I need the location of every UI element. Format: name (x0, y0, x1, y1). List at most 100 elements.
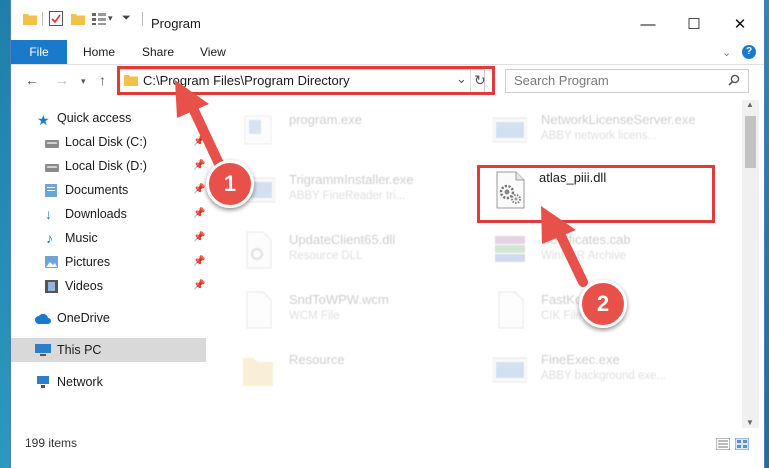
file-name: program.exe (289, 112, 362, 127)
download-arrow-icon: ↓ (45, 206, 52, 222)
nav-label: Downloads (65, 207, 127, 221)
nav-pictures[interactable]: Pictures 📌 (11, 250, 206, 274)
divider (42, 12, 43, 26)
folder-icon (243, 358, 273, 386)
file-name: TrigrammInstaller.exe (289, 172, 414, 187)
file-description: Resource DLL (289, 250, 363, 262)
documents-icon (45, 184, 57, 197)
item-count: 199 items (25, 436, 78, 450)
back-arrow-icon[interactable]: ← (25, 72, 39, 88)
nav-local-disk-d[interactable]: Local Disk (D:) 📌 (11, 154, 206, 178)
details-view-icon[interactable] (716, 438, 730, 450)
exe-file-icon (493, 117, 527, 143)
customize-toolbar-icon[interactable]: ⏷ (122, 12, 131, 25)
scrollbar-thumb[interactable] (745, 116, 756, 168)
scroll-down-icon[interactable]: ▼ (746, 418, 754, 427)
minimize-icon: — (640, 15, 656, 33)
file-name: Certificates.cab (541, 232, 631, 247)
file-item[interactable]: UpdateClient65.dll Resource DLL (241, 226, 481, 282)
step-2-marker: 2 (579, 280, 627, 328)
minimize-button[interactable]: — (625, 10, 671, 38)
nav-label: Pictures (65, 255, 111, 269)
nav-local-disk-c[interactable]: Local Disk (C:) 📌 (11, 130, 206, 154)
up-arrow-icon[interactable]: ↑ (99, 72, 106, 88)
new-folder-icon[interactable] (71, 13, 85, 25)
nav-downloads[interactable]: ↓ Downloads 📌 (11, 202, 206, 226)
tab-home[interactable]: Home (83, 40, 115, 64)
file-description: ABBY FineReader tri... (289, 190, 406, 202)
nav-label: Local Disk (C:) (65, 135, 147, 149)
network-icon (37, 376, 49, 388)
star-icon: ★ (37, 112, 50, 128)
status-bar (11, 428, 764, 468)
file-name: Resource (289, 352, 345, 367)
nav-onedrive[interactable]: OneDrive (11, 306, 206, 330)
search-icon[interactable] (728, 74, 740, 86)
pin-icon[interactable]: 📌 (193, 178, 205, 202)
file-item[interactable]: NetworkLicenseServer.exe ABBY network li… (493, 106, 733, 162)
nav-network[interactable]: Network (11, 370, 206, 394)
file-explorer-window: ▾ ⏷ Program — ☐ ✕ File Home Share View ⌄… (10, 0, 765, 468)
view-options-icon[interactable] (92, 13, 106, 25)
pin-icon[interactable]: 📌 (193, 250, 205, 274)
large-icons-view-icon[interactable] (735, 438, 749, 450)
navigation-pane: ★ Quick access Local Disk (C:) 📌 Local D… (11, 98, 206, 428)
nav-label: Local Disk (D:) (65, 159, 147, 173)
close-button[interactable]: ✕ (717, 10, 763, 38)
tab-share[interactable]: Share (142, 40, 174, 64)
file-description: WCM File (289, 310, 340, 322)
folder-icon (23, 14, 37, 25)
ribbon-tabs (11, 40, 764, 64)
exe-file-icon (493, 357, 527, 383)
file-item[interactable]: Resource (241, 346, 481, 402)
forward-arrow-icon[interactable]: → (55, 72, 69, 88)
properties-icon[interactable] (49, 11, 63, 26)
music-note-icon: ♪ (46, 230, 53, 246)
close-icon: ✕ (733, 16, 747, 33)
pin-icon[interactable]: 📌 (193, 226, 205, 250)
file-description: ABBY network licens... (541, 130, 658, 142)
blank-file-icon (498, 291, 524, 329)
computer-icon (35, 344, 51, 356)
nav-this-pc[interactable]: This PC (11, 338, 206, 362)
nav-label: Quick access (57, 111, 132, 125)
file-item[interactable]: FineExec.exe ABBY background exe... (493, 346, 733, 402)
file-item[interactable]: SndToWPW.wcm WCM File (241, 286, 481, 342)
maximize-button[interactable]: ☐ (671, 10, 717, 38)
search-input[interactable]: Search Program (514, 73, 609, 88)
pin-icon[interactable]: 📌 (193, 274, 205, 298)
file-list: program.exe NetworkLicenseServer.exe ABB… (209, 98, 742, 428)
file-name: NetworkLicenseServer.exe (541, 112, 696, 127)
dll-file-icon (246, 231, 272, 269)
file-item[interactable]: Certificates.cab WinRAR Archive (493, 226, 733, 282)
pin-icon[interactable]: 📌 (193, 202, 205, 226)
nav-videos[interactable]: Videos 📌 (11, 274, 206, 298)
file-item[interactable]: program.exe (241, 106, 481, 162)
file-item[interactable]: TrigrammInstaller.exe ABBY FineReader tr… (241, 166, 481, 222)
winrar-archive-icon (495, 236, 525, 262)
pin-icon[interactable]: 📌 (193, 154, 205, 178)
blank-file-icon (246, 291, 272, 329)
divider (142, 12, 143, 26)
nav-label: Videos (65, 279, 103, 293)
pictures-icon (45, 256, 58, 268)
help-button[interactable]: ? (742, 45, 756, 59)
nav-music[interactable]: ♪ Music 📌 (11, 226, 206, 250)
recent-locations-icon[interactable]: ▾ (81, 76, 86, 87)
chevron-down-icon[interactable]: ▾ (108, 13, 113, 24)
scroll-up-icon[interactable]: ▲ (746, 100, 754, 109)
nav-label: Music (65, 231, 98, 245)
window-title: Program (151, 16, 201, 31)
title-bar: ▾ ⏷ Program — ☐ ✕ (11, 0, 764, 40)
tab-view[interactable]: View (200, 40, 226, 64)
nav-documents[interactable]: Documents 📌 (11, 178, 206, 202)
nav-quick-access[interactable]: ★ Quick access (11, 106, 206, 130)
file-name: FineExec.exe (541, 352, 620, 367)
nav-label: OneDrive (57, 311, 110, 325)
tab-file[interactable]: File (11, 40, 67, 64)
drive-icon (45, 140, 59, 148)
cloud-icon (35, 314, 51, 324)
expand-ribbon-icon[interactable]: ⌄ (722, 46, 731, 59)
pin-icon[interactable]: 📌 (193, 130, 205, 154)
address-bar-highlight (117, 66, 495, 95)
